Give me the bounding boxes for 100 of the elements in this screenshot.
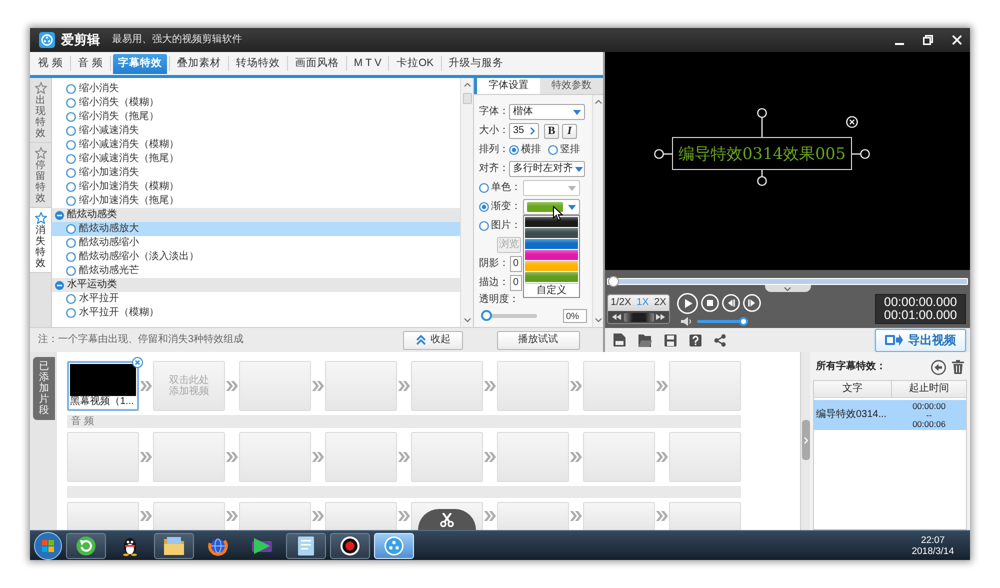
fast-forward-icon[interactable]: [656, 314, 665, 320]
subtitle-row[interactable]: 编导特效0314... 00:00:00 -- 00:00:06: [814, 400, 966, 430]
share-icon[interactable]: [714, 334, 726, 346]
folder-icon[interactable]: [638, 334, 652, 346]
effect-list-item[interactable]: 水平拉开（模糊）: [52, 306, 460, 320]
effect-list-item[interactable]: 缩小减速消失（模糊）: [52, 138, 460, 152]
scrollbar[interactable]: [592, 95, 603, 327]
layout-radio[interactable]: 横排: [509, 144, 541, 156]
custom-option[interactable]: 自定义: [525, 283, 578, 296]
font-select[interactable]: 楷体: [509, 104, 585, 120]
help-icon[interactable]: [689, 334, 702, 346]
bold-button[interactable]: B: [544, 124, 559, 138]
rewind-icon[interactable]: [612, 314, 621, 320]
empty-slot: [153, 432, 225, 482]
slider-thumb[interactable]: [481, 310, 492, 321]
expand-handle[interactable]: [802, 420, 810, 460]
outline-field[interactable]: 0: [510, 275, 522, 291]
next-frame-icon[interactable]: [743, 294, 761, 312]
star-icon: [34, 212, 46, 224]
seek-thumb[interactable]: [608, 276, 619, 287]
scroll-down-icon[interactable]: [594, 318, 602, 322]
shadow-field[interactable]: 0: [510, 256, 522, 272]
effect-list-item[interactable]: 缩小消失（模糊）: [52, 96, 460, 110]
delete-icon[interactable]: [846, 116, 858, 128]
taskbar-button[interactable]: [286, 532, 326, 558]
main-tab[interactable]: M T V: [348, 54, 386, 74]
size-field[interactable]: 35: [509, 123, 539, 139]
italic-button[interactable]: I: [562, 124, 577, 138]
main-tab[interactable]: 音 频: [72, 54, 108, 74]
empty-slot: [411, 361, 483, 411]
scroll-down-icon[interactable]: [464, 318, 470, 322]
remove-icon[interactable]: [132, 357, 143, 368]
effect-list-item[interactable]: 水平拉开: [52, 292, 460, 306]
double-chevron-icon: [398, 452, 410, 462]
effect-list-item[interactable]: 酷炫动感缩小（淡入淡出）: [52, 250, 460, 264]
save-icon[interactable]: [664, 334, 677, 346]
volume-thumb[interactable]: [739, 316, 748, 326]
fill-mode-radio[interactable]: 单色：: [479, 182, 521, 194]
effect-list-item[interactable]: 缩小消失: [52, 82, 460, 96]
effect-type-tab[interactable]: 消失特效: [30, 208, 51, 273]
taskbar-button[interactable]: [154, 532, 194, 558]
effect-list-item[interactable]: 缩小消失（拖尾）: [52, 110, 460, 124]
previous-frame-icon[interactable]: [722, 294, 740, 312]
effect-group-header[interactable]: 酷炫动感类: [52, 208, 460, 222]
caption-text-box[interactable]: 编导特效0314效果005: [672, 137, 852, 170]
effect-list-item[interactable]: 酷炫动感放大: [52, 222, 460, 236]
taskbar-button[interactable]: [330, 532, 370, 558]
jog-wheel[interactable]: [624, 312, 654, 322]
align-select[interactable]: 多行时左对齐: [509, 161, 585, 177]
close-icon[interactable]: [952, 35, 962, 45]
restore-icon[interactable]: [923, 35, 933, 45]
volume-slider[interactable]: [697, 320, 748, 322]
scrollbar-thumb[interactable]: [462, 93, 472, 104]
chevron-right-icon[interactable]: [530, 127, 535, 135]
effect-list-item[interactable]: 缩小加速消失（拖尾）: [52, 194, 460, 208]
effect-list-item[interactable]: 酷炫动感缩小: [52, 236, 460, 250]
effect-group-header[interactable]: 水平运动类: [52, 278, 460, 292]
speed-option[interactable]: 2X: [654, 297, 666, 309]
resize-handle-icon[interactable]: [654, 148, 672, 158]
clips-tab[interactable]: 已添加片段: [33, 357, 55, 420]
resize-handle-icon[interactable]: [757, 170, 767, 186]
start-icon[interactable]: [34, 532, 62, 560]
document-icon[interactable]: [613, 333, 626, 347]
settings-tab[interactable]: 字体设置: [474, 78, 540, 94]
scroll-up-icon[interactable]: [594, 100, 602, 104]
collapse-button[interactable]: 收起: [403, 330, 463, 350]
volume-icon[interactable]: [681, 316, 692, 326]
gradient-select[interactable]: [523, 199, 580, 215]
rotate-handle-icon[interactable]: [757, 108, 767, 137]
color-select[interactable]: [523, 180, 580, 196]
scroll-up-icon[interactable]: [464, 83, 470, 87]
collapse-tab[interactable]: [764, 285, 810, 292]
empty-slot: [239, 502, 311, 530]
layout-radio[interactable]: 竖排: [548, 144, 580, 156]
effect-list-item[interactable]: 酷炫动感光芒: [52, 264, 460, 278]
trash-icon[interactable]: [952, 360, 964, 374]
stop-icon[interactable]: [701, 294, 719, 312]
export-button[interactable]: 导出视频: [875, 328, 966, 352]
main-tab[interactable]: 转场特效: [230, 54, 285, 74]
fill-mode-radio[interactable]: 图片：: [479, 220, 521, 232]
play-preview-button[interactable]: 播放试试: [496, 330, 580, 350]
scrollbar[interactable]: [460, 78, 473, 327]
opacity-field[interactable]: 0%: [563, 309, 587, 323]
main-tab[interactable]: 升级与服务: [444, 54, 509, 74]
play-icon[interactable]: [677, 292, 698, 314]
taskbar-button[interactable]: [66, 532, 106, 558]
effect-list-item[interactable]: 缩小减速消失（拖尾）: [52, 152, 460, 166]
effect-list-item[interactable]: 缩小加速消失（模糊）: [52, 180, 460, 194]
fill-mode-radio[interactable]: 渐变：: [479, 201, 521, 213]
main-tab[interactable]: 视 频: [33, 54, 68, 74]
effect-list-item[interactable]: 缩小加速消失: [52, 166, 460, 180]
main-tab[interactable]: 叠加素材: [172, 54, 226, 74]
resize-handle-icon[interactable]: [852, 148, 870, 158]
back-icon[interactable]: [931, 360, 946, 374]
speed-option[interactable]: 1/2X: [610, 297, 632, 309]
subtitle-text-cell-text: 编导特效0314...: [815, 408, 888, 422]
main-tab[interactable]: 卡拉OK: [391, 54, 439, 74]
double-chevron-icon: [226, 452, 238, 462]
effect-list-item[interactable]: 缩小减速消失: [52, 124, 460, 138]
main-tab[interactable]: 画面风格: [290, 54, 344, 74]
